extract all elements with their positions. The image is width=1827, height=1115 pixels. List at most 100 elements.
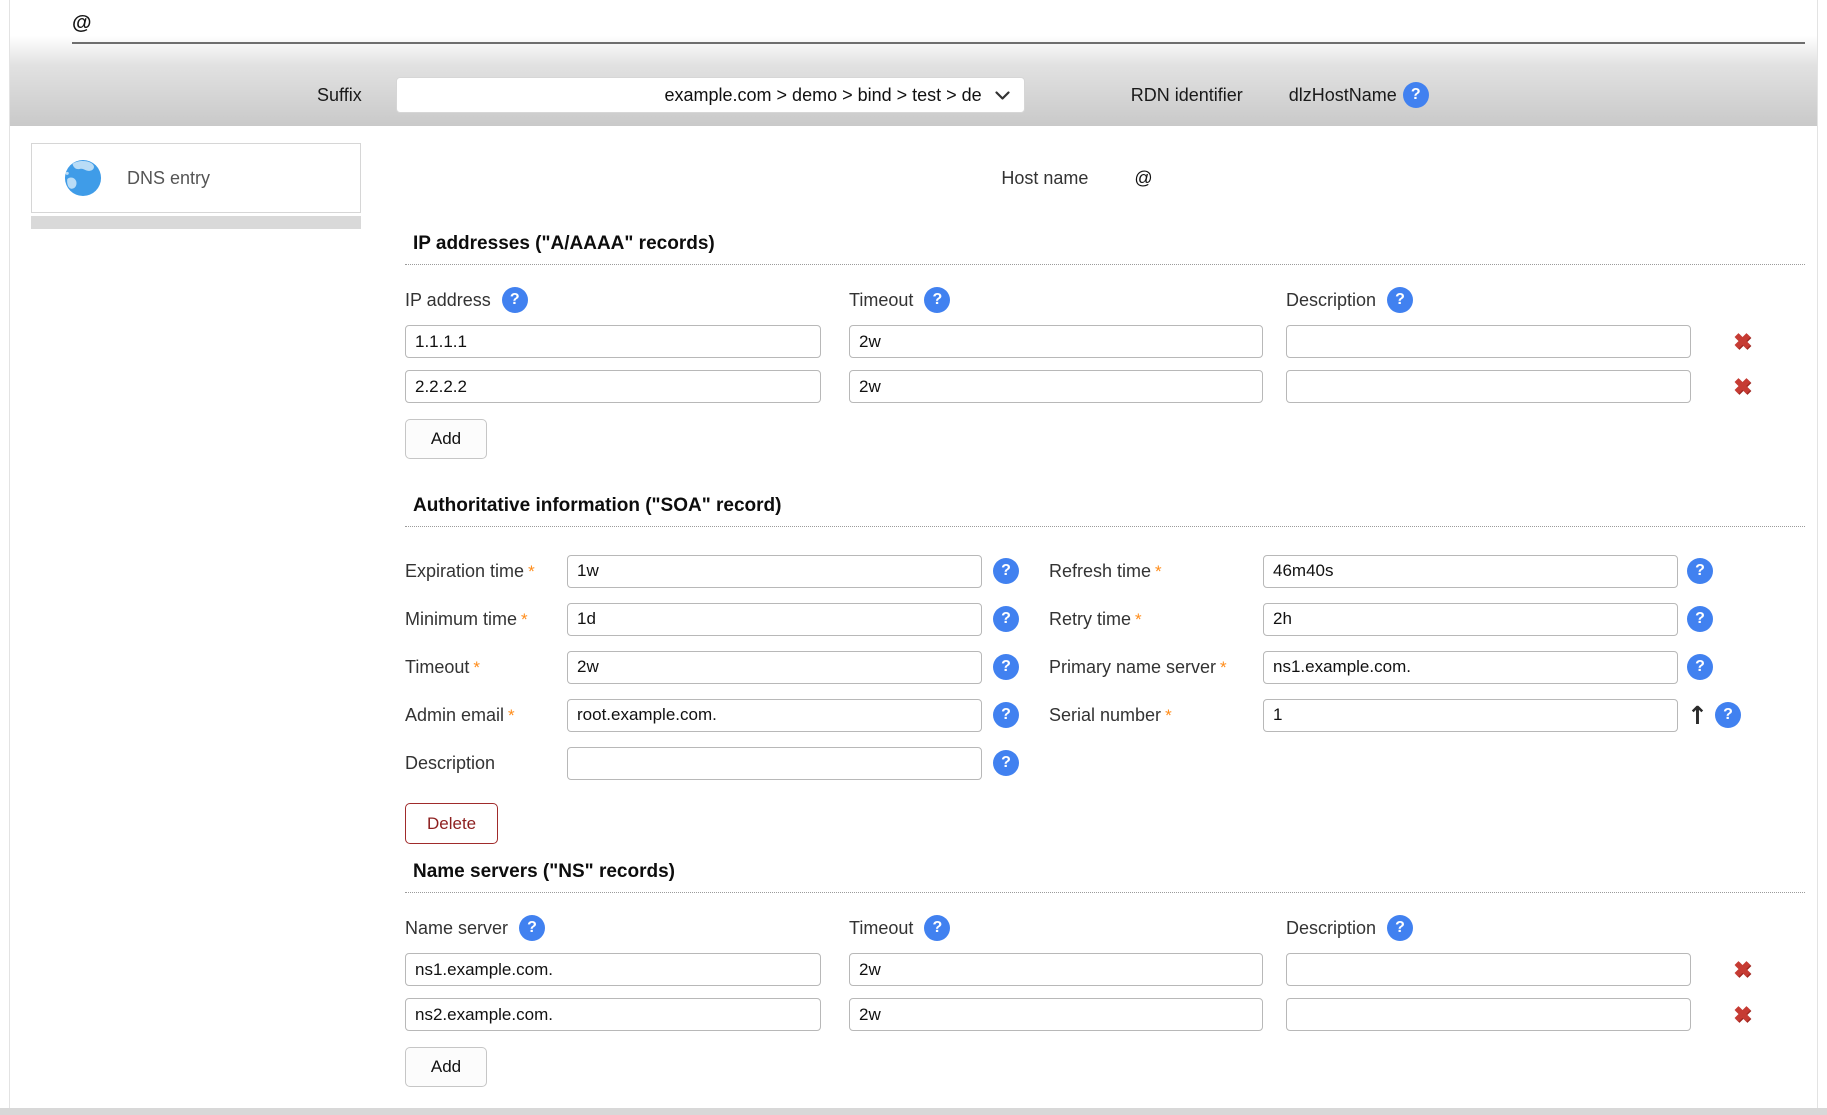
ip-addresses-section: IP addresses ("A/AAAA" records) IP addre… <box>405 233 1805 459</box>
refresh-time-label: Refresh time* <box>1049 561 1263 582</box>
rdn-identifier-value: dlzHostName <box>1289 85 1397 106</box>
ip-description-header: Description ? <box>1286 287 1722 313</box>
minimum-time-input[interactable] <box>567 603 982 636</box>
ip-description-help-icon[interactable]: ? <box>1387 287 1413 313</box>
ns-server-input-2[interactable] <box>405 998 821 1031</box>
ns-description-header-label: Description <box>1286 918 1376 939</box>
rdn-identifier-label: RDN identifier <box>1131 85 1243 106</box>
ns-row-1: ✖ <box>405 953 1805 986</box>
ns-row-delete-icon-1[interactable]: ✖ <box>1723 959 1762 981</box>
expiration-time-label: Expiration time* <box>405 561 567 582</box>
host-name-row: Host name @ <box>377 168 1777 189</box>
serial-number-label: Serial number* <box>1049 705 1263 726</box>
ip-address-help-icon[interactable]: ? <box>502 287 528 313</box>
ns-timeout-input-1[interactable] <box>849 953 1263 986</box>
soa-fields-grid: Expiration time* ? Refresh time* ? Minim… <box>405 547 1805 787</box>
ns-description-header: Description ? <box>1286 915 1722 941</box>
ns-server-header-label: Name server <box>405 918 508 939</box>
suffix-select[interactable]: example.com > demo > bind > test > de <box>396 77 1025 113</box>
primary-name-server-input[interactable] <box>1263 651 1678 684</box>
soa-section: Authoritative information ("SOA" record)… <box>405 495 1805 844</box>
ip-address-input-2[interactable] <box>405 370 821 403</box>
ip-description-input-1[interactable] <box>1286 325 1691 358</box>
refresh-time-help-icon[interactable]: ? <box>1687 558 1713 584</box>
ip-row-delete-icon-2[interactable]: ✖ <box>1723 376 1762 398</box>
chevron-down-icon <box>995 91 1010 100</box>
ns-description-help-icon[interactable]: ? <box>1387 915 1413 941</box>
expiration-time-help-icon[interactable]: ? <box>993 558 1019 584</box>
increase-serial-arrow-icon[interactable]: ↑ <box>1687 703 1708 728</box>
primary-name-server-label: Primary name server* <box>1049 657 1263 678</box>
ns-server-help-icon[interactable]: ? <box>519 915 545 941</box>
footer-bar <box>0 1108 1827 1115</box>
ns-add-button[interactable]: Add <box>405 1047 487 1087</box>
required-marker: * <box>1220 658 1227 677</box>
required-marker: * <box>508 706 515 725</box>
ip-section-heading: IP addresses ("A/AAAA" records) <box>405 233 1805 265</box>
tab-dns-entry[interactable]: DNS entry <box>31 143 361 213</box>
ip-timeout-header: Timeout ? <box>849 287 1286 313</box>
title-underline: @ <box>72 12 1805 44</box>
soa-description-input[interactable] <box>567 747 982 780</box>
admin-email-label: Admin email* <box>405 705 567 726</box>
required-marker: * <box>473 658 480 677</box>
ip-timeout-input-1[interactable] <box>849 325 1263 358</box>
required-marker: * <box>521 610 528 629</box>
globe-icon <box>64 159 102 197</box>
ip-address-header-label: IP address <box>405 290 491 311</box>
ip-timeout-help-icon[interactable]: ? <box>924 287 950 313</box>
suffix-select-value: example.com > demo > bind > test > de <box>665 85 982 106</box>
soa-timeout-help-icon[interactable]: ? <box>993 654 1019 680</box>
ip-add-button[interactable]: Add <box>405 419 487 459</box>
soa-timeout-input[interactable] <box>567 651 982 684</box>
ip-row-delete-icon-1[interactable]: ✖ <box>1723 331 1762 353</box>
serial-number-input[interactable] <box>1263 699 1678 732</box>
tab-dns-entry-label: DNS entry <box>127 168 210 189</box>
main-area: DNS entry Host name @ IP addresses ("A/A… <box>10 126 1817 1087</box>
soa-section-heading: Authoritative information ("SOA" record) <box>405 495 1805 527</box>
retry-time-help-icon[interactable]: ? <box>1687 606 1713 632</box>
page-frame: @ Suffix example.com > demo > bind > tes… <box>9 0 1818 1108</box>
ns-row-delete-icon-2[interactable]: ✖ <box>1723 1004 1762 1026</box>
soa-description-help-icon[interactable]: ? <box>993 750 1019 776</box>
ip-timeout-input-2[interactable] <box>849 370 1263 403</box>
soa-timeout-label: Timeout* <box>405 657 567 678</box>
suffix-label: Suffix <box>317 85 362 106</box>
module-sidebar: DNS entry <box>10 126 405 1087</box>
ip-description-input-2[interactable] <box>1286 370 1691 403</box>
retry-time-input[interactable] <box>1263 603 1678 636</box>
suffix-toolbar: Suffix example.com > demo > bind > test … <box>10 64 1817 126</box>
ns-description-input-2[interactable] <box>1286 998 1691 1031</box>
admin-email-help-icon[interactable]: ? <box>993 702 1019 728</box>
ns-table-headers: Name server ? Timeout ? Description ? <box>405 915 1805 941</box>
required-marker: * <box>1135 610 1142 629</box>
retry-time-label: Retry time* <box>1049 609 1263 630</box>
page-title: @ <box>72 12 92 34</box>
ip-row-2: ✖ <box>405 370 1805 403</box>
ns-server-header: Name server ? <box>405 915 849 941</box>
required-marker: * <box>528 562 535 581</box>
minimum-time-help-icon[interactable]: ? <box>993 606 1019 632</box>
ip-address-input-1[interactable] <box>405 325 821 358</box>
serial-number-help-icon[interactable]: ? <box>1715 702 1741 728</box>
content-area: Host name @ IP addresses ("A/AAAA" recor… <box>405 126 1817 1087</box>
title-bar: @ <box>10 0 1817 64</box>
admin-email-input[interactable] <box>567 699 982 732</box>
refresh-time-input[interactable] <box>1263 555 1678 588</box>
soa-description-label: Description <box>405 753 567 774</box>
ns-description-input-1[interactable] <box>1286 953 1691 986</box>
rdn-help-icon[interactable]: ? <box>1403 82 1429 108</box>
ns-server-input-1[interactable] <box>405 953 821 986</box>
tab-shadow <box>31 216 361 229</box>
minimum-time-label: Minimum time* <box>405 609 567 630</box>
name-servers-section: Name servers ("NS" records) Name server … <box>405 861 1805 1087</box>
ns-timeout-input-2[interactable] <box>849 998 1263 1031</box>
ns-timeout-header: Timeout ? <box>849 915 1286 941</box>
host-name-label: Host name <box>1001 168 1088 189</box>
expiration-time-input[interactable] <box>567 555 982 588</box>
ns-section-heading: Name servers ("NS" records) <box>405 861 1805 893</box>
soa-delete-button[interactable]: Delete <box>405 803 498 844</box>
ip-table-headers: IP address ? Timeout ? Description ? <box>405 287 1805 313</box>
ns-timeout-help-icon[interactable]: ? <box>924 915 950 941</box>
primary-name-server-help-icon[interactable]: ? <box>1687 654 1713 680</box>
